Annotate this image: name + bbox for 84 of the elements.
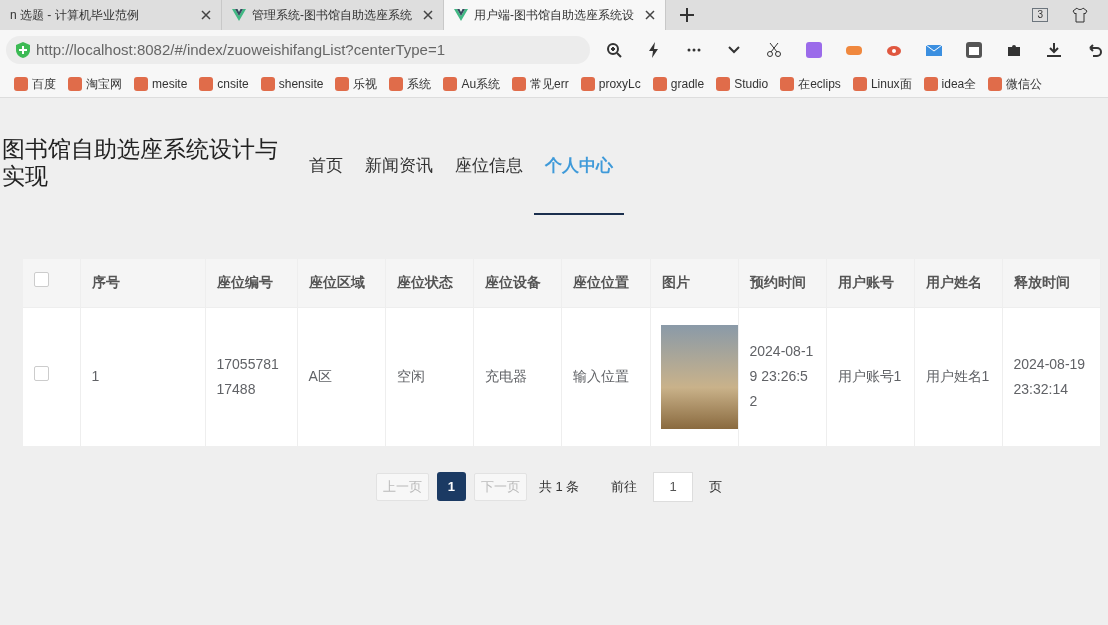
shield-icon (16, 42, 30, 58)
bookmark-link[interactable]: 微信公 (988, 74, 1043, 93)
bookmark-icon (260, 76, 275, 91)
bookmark-link[interactable]: idea全 (923, 74, 977, 93)
page-button[interactable]: 1 (436, 472, 466, 501)
site-title: 图书馆自助选座系统设计与实现 (2, 136, 279, 190)
bookmark-icon (443, 76, 458, 91)
goto-label: 前往 (611, 477, 638, 496)
bookmark-icon (512, 76, 527, 91)
table-cell: 用户账号1 (837, 368, 902, 385)
zoom-icon[interactable] (606, 42, 622, 58)
column-header: 释放时间 (1013, 274, 1070, 291)
close-icon[interactable] (201, 10, 211, 20)
download-icon[interactable] (1046, 42, 1062, 58)
bookmark-icon (389, 76, 404, 91)
bookmark-icon (780, 76, 795, 91)
bookmark-link[interactable]: 淘宝网 (68, 74, 122, 93)
table-cell: A区 (308, 368, 332, 385)
bookmark-link[interactable]: 系统 (389, 74, 432, 93)
bookmark-icon (988, 76, 1003, 91)
column-header: 座位编号 (216, 274, 273, 291)
vue-logo-icon (454, 9, 468, 21)
undo-icon[interactable] (1086, 42, 1102, 58)
bookmark-link[interactable]: cnsite (199, 74, 249, 93)
tab-count[interactable]: 3 (1032, 8, 1048, 22)
bookmark-link[interactable]: Linux面 (852, 74, 912, 93)
close-icon[interactable] (645, 10, 655, 20)
bookmark-link[interactable]: 常见err (512, 74, 569, 93)
table-cell: 1705578117488 (216, 355, 279, 397)
bookmark-icon (199, 76, 214, 91)
url-text: http://localhost:8082/#/index/zuoweishifangList?centerType=1 (36, 39, 446, 60)
column-header: 序号 (91, 274, 120, 291)
close-icon[interactable] (423, 10, 433, 20)
column-header: 座位区域 (308, 274, 365, 291)
bookmark-link[interactable]: mesite (134, 74, 188, 93)
bookmark-icon (923, 76, 938, 91)
shirt-icon[interactable] (1072, 7, 1088, 23)
address-field[interactable]: http://localhost:8082/#/index/zuoweishifangList?centerType=1 (6, 36, 590, 64)
bookmark-icon (716, 76, 731, 91)
table-cell: 空闲 (396, 368, 425, 385)
page-unit-label: 页 (709, 477, 723, 496)
checkbox[interactable] (34, 272, 49, 288)
table-cell: 充电器 (484, 368, 527, 385)
table-cell: 2024-08-19 23:32:14 (1013, 355, 1086, 397)
new-tab-icon[interactable] (680, 8, 694, 22)
browser-tab[interactable]: 用户端-图书馆自助选座系统设 (444, 0, 666, 30)
column-header: 预约时间 (749, 274, 806, 291)
total-count: 共 1 条 (538, 477, 580, 496)
bookmark-link[interactable]: 在eclips (780, 74, 841, 93)
bookmark-icon (580, 76, 595, 91)
bookmark-link[interactable]: gradle (652, 74, 705, 93)
table-cell: 2024-08-19 23:26:52 (749, 343, 814, 410)
column-header: 图片 (661, 274, 690, 291)
column-header: 座位状态 (396, 274, 453, 291)
table-cell: 用户姓名1 (925, 368, 990, 385)
bookmark-link[interactable]: proxyLc (580, 74, 641, 93)
bookmark-link[interactable]: Studio (716, 74, 769, 93)
scissors-icon[interactable] (766, 42, 782, 58)
column-header: 座位位置 (572, 274, 629, 291)
bookmark-icon (134, 76, 148, 91)
tab-title: n 选题 - 计算机毕业范例 (10, 7, 139, 24)
tab-title: 用户端-图书馆自助选座系统设 (474, 7, 634, 24)
table-cell: 输入位置 (572, 368, 629, 385)
column-header: 用户姓名 (925, 274, 982, 291)
nav-link[interactable]: 首页 (298, 153, 354, 215)
checkbox[interactable] (34, 366, 49, 382)
bookmark-link[interactable]: shensite (260, 74, 324, 93)
bookmark-icon (852, 76, 867, 91)
column-header: 座位设备 (484, 274, 541, 291)
nav-link[interactable]: 座位信息 (444, 153, 534, 215)
nav-link[interactable]: 新闻资讯 (354, 153, 444, 215)
tab-title: 管理系统-图书馆自助选座系统 (252, 7, 412, 24)
bookmark-link[interactable]: Au系统 (443, 74, 501, 93)
bookmark-icon (335, 76, 350, 91)
bookmark-icon (68, 76, 82, 91)
bookmark-link[interactable]: 乐视 (335, 74, 378, 93)
bookmark-link[interactable]: 百度 (14, 74, 56, 93)
bookmark-icon (14, 76, 28, 91)
column-header: 用户账号 (837, 274, 894, 291)
vue-logo-icon (232, 9, 246, 21)
table-cell: 1 (91, 368, 100, 385)
mail-icon[interactable] (926, 42, 942, 58)
page-input[interactable]: 1 (653, 471, 694, 502)
bookmark-icon (652, 76, 667, 91)
